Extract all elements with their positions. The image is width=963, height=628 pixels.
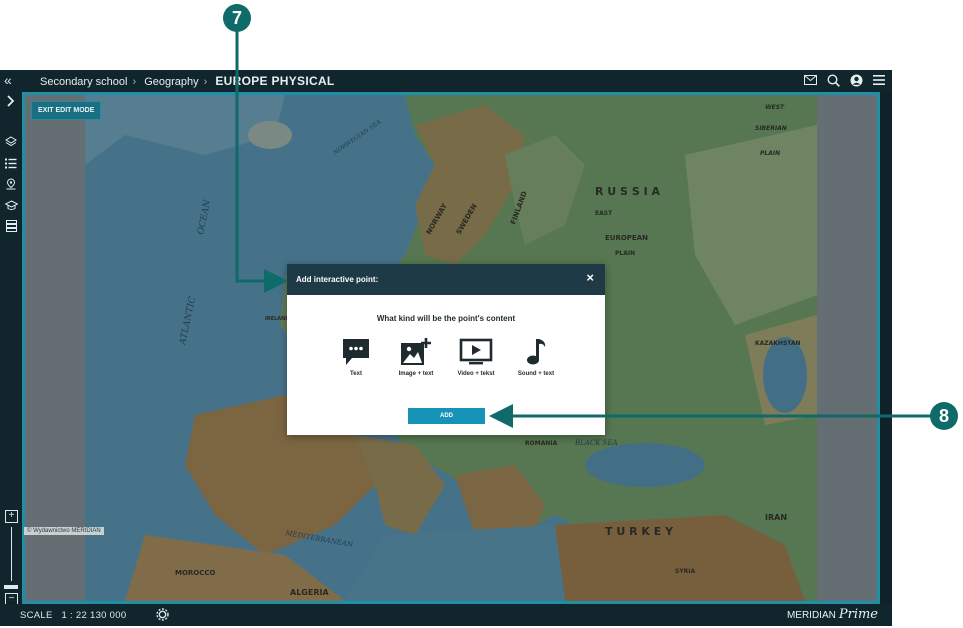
menu-icon[interactable]	[872, 73, 886, 87]
search-icon[interactable]	[826, 73, 840, 87]
map-pin-icon[interactable]	[4, 177, 18, 191]
content-type-options: Text Image + text Video + tekst Sound + …	[287, 337, 605, 377]
option-image-text[interactable]: Image + text	[395, 337, 437, 377]
close-icon[interactable]: ×	[586, 271, 594, 284]
callout-badge-8: 8	[930, 402, 958, 430]
option-video-text-label: Video + tekst	[457, 371, 495, 377]
breadcrumb: Secondary school › Geography › EUROPE PHYS…	[40, 74, 335, 88]
option-image-text-label: Image + text	[398, 371, 434, 377]
graduation-cap-icon[interactable]	[4, 198, 18, 212]
option-sound-text[interactable]: Sound + text	[515, 337, 557, 377]
gear-icon[interactable]	[156, 608, 169, 624]
zoom-in-button[interactable]: +	[5, 510, 18, 523]
add-point-dialog: Add interactive point: × What kind will …	[287, 264, 605, 435]
copyright-note: © Wydawnictwo MERIDIAN	[24, 527, 104, 535]
exit-edit-mode-button[interactable]: EXIT EDIT MODE	[31, 101, 102, 120]
database-icon[interactable]	[4, 219, 18, 233]
collapse-icon[interactable]: «	[4, 72, 12, 88]
scale-label: SCALE	[20, 610, 53, 621]
list-icon[interactable]	[4, 156, 18, 170]
dialog-header: Add interactive point: ×	[287, 264, 605, 295]
chat-bubble-icon	[335, 337, 377, 367]
breadcrumb-item-school[interactable]: Secondary school	[40, 76, 127, 88]
zoom-control: + −	[3, 510, 19, 606]
layers-icon[interactable]	[4, 135, 18, 149]
breadcrumb-item-subject[interactable]: Geography	[144, 76, 198, 88]
top-bar: « Secondary school › Geography › EUROPE PH…	[0, 70, 892, 92]
option-sound-text-label: Sound + text	[517, 371, 555, 377]
option-text-label: Text	[350, 371, 362, 377]
bottom-bar: SCALE 1 : 22 130 000 MERIDIAN Prime	[0, 604, 892, 626]
video-play-icon	[455, 337, 497, 367]
image-add-icon	[395, 337, 437, 367]
option-text[interactable]: Text	[335, 337, 377, 377]
music-note-icon	[515, 337, 557, 367]
option-video-text[interactable]: Video + tekst	[455, 337, 497, 377]
zoom-track[interactable]	[11, 527, 12, 581]
page-title: EUROPE PHYSICAL	[215, 74, 335, 88]
meridian-prime-logo: MERIDIAN Prime	[786, 607, 878, 622]
user-avatar-icon[interactable]	[849, 73, 863, 87]
dialog-title: Add interactive point:	[296, 275, 379, 284]
callout-badge-7: 7	[223, 4, 251, 32]
scale-value: 1 : 22 130 000	[61, 610, 127, 621]
chevron-right-icon[interactable]	[4, 94, 18, 108]
add-button[interactable]: ADD	[408, 408, 485, 424]
dialog-question: What kind will be the point's content	[376, 314, 516, 323]
zoom-slider-handle[interactable]	[4, 585, 18, 589]
mail-icon[interactable]	[803, 73, 817, 87]
scale-readout: SCALE 1 : 22 130 000	[20, 610, 126, 621]
